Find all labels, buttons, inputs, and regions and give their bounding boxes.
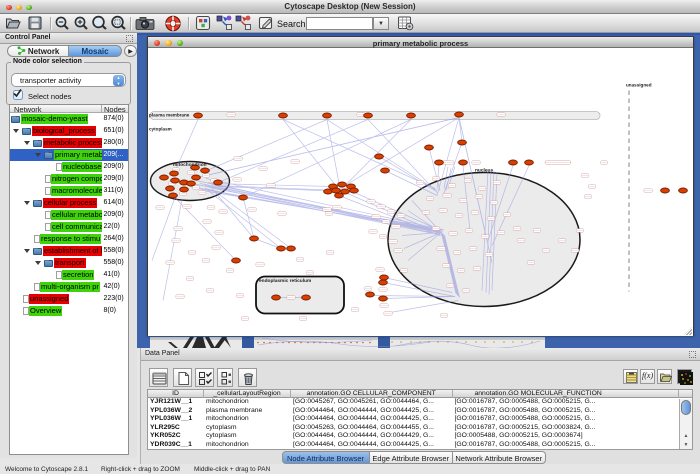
svg-text:nucleus: nucleus bbox=[475, 167, 493, 173]
svg-text:cytoplasm: cytoplasm bbox=[149, 126, 172, 131]
svg-text:unassigned: unassigned bbox=[626, 82, 652, 87]
svg-text:endoplasmic reticulum: endoplasmic reticulum bbox=[259, 278, 311, 284]
svg-text:plasma membrane: plasma membrane bbox=[149, 112, 190, 117]
svg-text:mitochondrion: mitochondrion bbox=[173, 162, 207, 168]
